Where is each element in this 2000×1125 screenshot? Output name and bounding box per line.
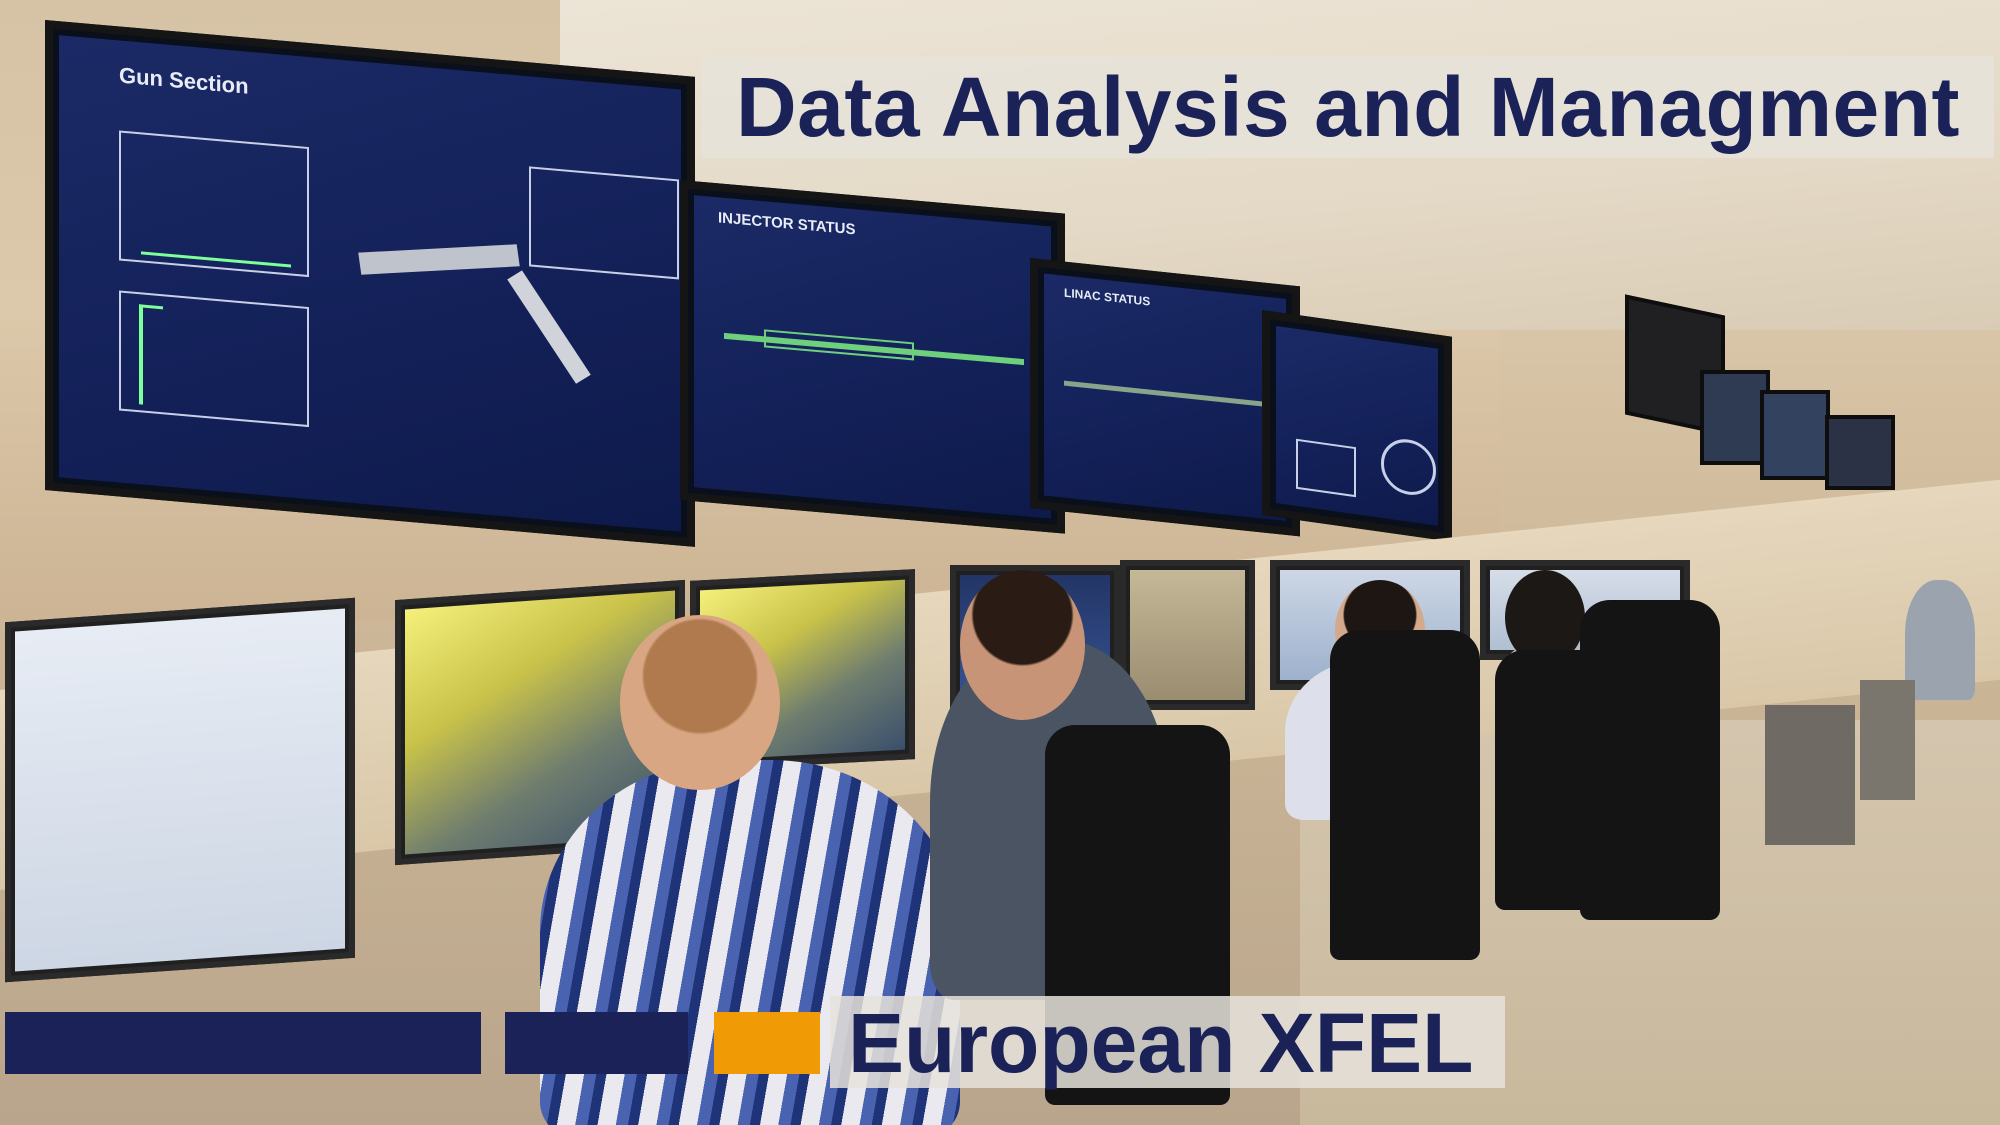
office-chair — [1580, 600, 1720, 920]
brand-bar-orange — [714, 1012, 820, 1074]
wall-screen-plots — [1262, 310, 1452, 542]
beamline-model — [358, 244, 520, 275]
operator — [1905, 580, 1975, 700]
wall-screen-title: Gun Section — [119, 62, 249, 99]
brand-name: European XFEL — [848, 996, 1474, 1090]
beamline-diagram — [1064, 380, 1284, 409]
office-chair — [1330, 630, 1480, 960]
operator-head — [620, 615, 780, 790]
wall-screen-linac-status: LINAC STATUS — [1030, 258, 1300, 537]
desk-monitor — [1120, 560, 1255, 710]
desk-monitor — [5, 597, 355, 983]
hanging-monitor — [1760, 390, 1830, 480]
brand-bar-navy-long — [5, 1012, 481, 1074]
brand-footer: European XFEL — [0, 996, 1505, 1088]
wall-screen-title: LINAC STATUS — [1064, 285, 1151, 309]
wall-screen-injector-status: INJECTOR STATUS — [680, 180, 1065, 534]
desk-cabinet — [1860, 680, 1915, 800]
plot-panel — [1296, 438, 1356, 498]
plot-panel — [119, 130, 309, 278]
title-banner: Data Analysis and Managment — [702, 56, 1994, 158]
wall-screen-title: INJECTOR STATUS — [718, 209, 856, 239]
plot-panel — [529, 166, 679, 280]
page-title: Data Analysis and Managment — [735, 59, 1961, 154]
desk-cabinet — [1765, 705, 1855, 845]
control-room-photo: Gun Section INJECTOR STATUS LINAC STATUS — [0, 0, 2000, 1125]
brand-bar-navy-short — [505, 1012, 688, 1074]
plot-panel — [119, 290, 309, 428]
beamline-model — [507, 270, 591, 384]
clock-icon — [1381, 435, 1436, 499]
hanging-monitor — [1825, 415, 1895, 490]
wall-screen-gun-section: Gun Section — [45, 20, 695, 547]
operator-head — [960, 570, 1085, 720]
beamline-diagram — [764, 329, 914, 361]
